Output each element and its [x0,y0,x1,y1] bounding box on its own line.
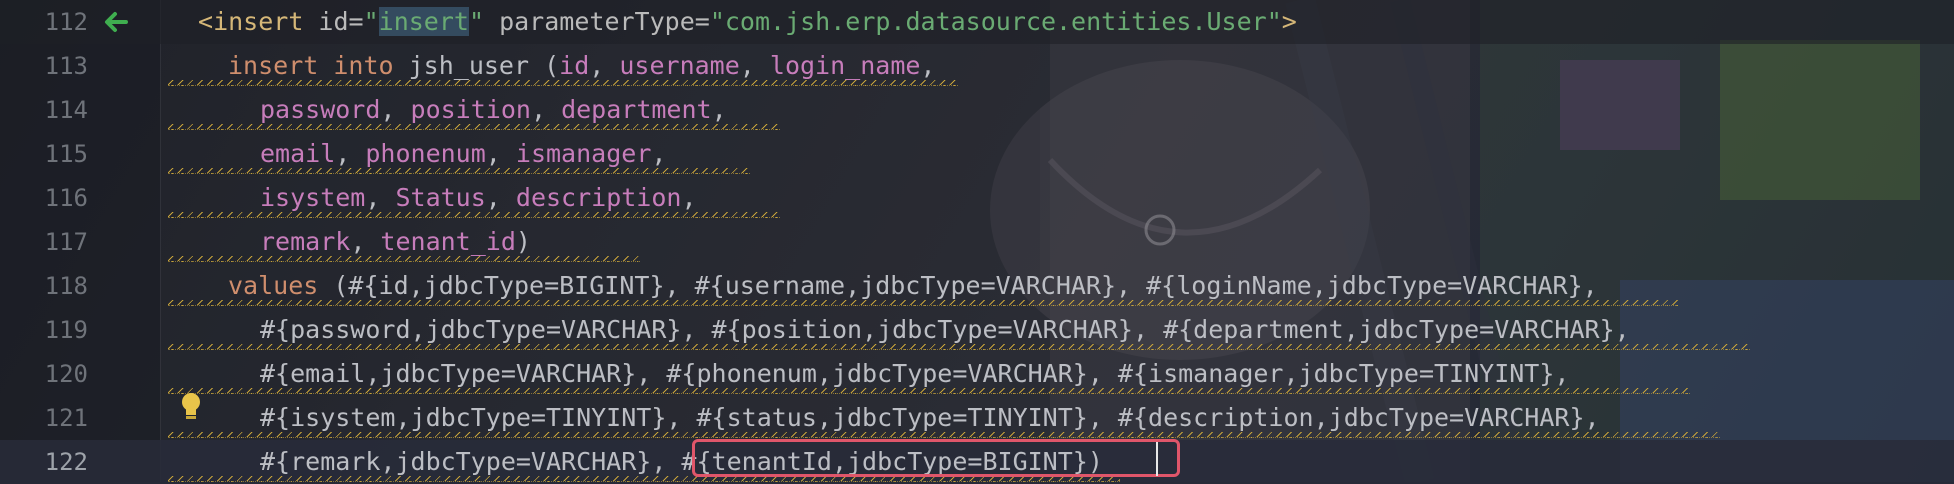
code-token: #{password,jdbcType=VARCHAR}, #{position… [260,315,1630,344]
lightbulb-icon[interactable] [180,392,202,422]
warning-underline [168,388,1690,394]
code-token: " [468,7,485,36]
code-token: " [363,7,379,36]
code-text[interactable]: <insert id="insert" parameterType="com.j… [198,0,1297,44]
warning-underline [168,80,958,86]
code-token: jsh_user ( [393,51,560,80]
code-token: , [485,139,516,168]
line-number: 112 [44,8,88,36]
code-line[interactable]: 112 <insert id="insert" parameterType="co… [0,0,1954,44]
code-token: login_name [769,51,921,80]
code-token: remark [260,227,351,256]
line-number: 122 [44,448,88,476]
line-number: 121 [44,404,88,432]
code-token: insert [213,7,304,36]
code-token: , [681,183,697,212]
code-line[interactable]: 113 insert into jsh_user (id, username, l… [0,44,1954,88]
code-token: insert [378,7,469,36]
code-token: email [260,139,336,168]
code-token: , [920,51,936,80]
warning-underline [168,168,750,174]
text-caret [1156,442,1158,476]
line-number: 120 [44,360,88,388]
code-token: values [228,271,319,300]
warning-underline [168,344,1750,350]
warning-underline [168,256,640,262]
code-token: , [651,139,667,168]
line-number: 113 [44,52,88,80]
code-token: , [380,95,411,124]
code-token: , [589,51,620,80]
code-token: , [365,183,396,212]
code-token: , [335,139,366,168]
code-token: #{isystem,jdbcType=TINYINT}, #{status,jd… [260,403,1600,432]
code-token: position [410,95,531,124]
code-token: , [530,95,562,124]
code-token: , [739,51,770,80]
code-line[interactable]: 116 isystem, Status, description, [0,176,1954,220]
line-number: 115 [44,140,88,168]
code-token: id= [303,7,364,36]
warning-underline [168,124,780,130]
warning-underline [168,212,780,218]
line-number: 117 [44,228,88,256]
code-line[interactable]: 120 #{email,jdbcType=VARCHAR}, #{phonenum… [0,352,1954,396]
code-token: id [559,51,590,80]
code-line[interactable]: 121 #{isystem,jdbcType=TINYINT}, #{status… [0,396,1954,440]
code-line[interactable]: 114 password, position, department, [0,88,1954,132]
code-token: , [485,183,516,212]
line-number: 118 [44,272,88,300]
line-number: 119 [44,316,88,344]
line-number: 116 [44,184,88,212]
arrow-left-icon[interactable] [100,6,132,38]
code-token: phonenum [365,139,486,168]
code-token: department [561,95,712,124]
code-line[interactable]: 117 remark, tenant_id) [0,220,1954,264]
code-token: ) [515,227,531,256]
code-line[interactable]: 115 email, phonenum, ismanager, [0,132,1954,176]
code-token: "com.jsh.erp.datasource.entities.User" [709,7,1282,36]
code-token: < [198,7,214,36]
code-token: (#{id,jdbcType=BIGINT}, #{username,jdbcT… [318,271,1598,300]
highlight-annotation-box [692,439,1180,477]
code-token: username [619,51,740,80]
code-line[interactable]: 118 values (#{id,jdbcType=BIGINT}, #{user… [0,264,1954,308]
code-token: > [1281,7,1297,36]
code-token: tenant_id [380,227,516,256]
code-token: , [350,227,381,256]
code-token: , [711,95,727,124]
code-token: insert into [228,51,394,80]
code-token: description [515,183,682,212]
code-token: Status [395,183,486,212]
code-line[interactable]: 119 #{password,jdbcType=VARCHAR}, #{posit… [0,308,1954,352]
code-token: #{email,jdbcType=VARCHAR}, #{phonenum,jd… [260,359,1570,388]
code-token: ismanager [515,139,652,168]
warning-underline [168,300,1678,306]
code-token: parameterType= [484,7,710,36]
line-number: 114 [44,96,88,124]
code-token: password [260,95,381,124]
code-token: isystem [260,183,366,212]
warning-underline [168,432,1720,438]
